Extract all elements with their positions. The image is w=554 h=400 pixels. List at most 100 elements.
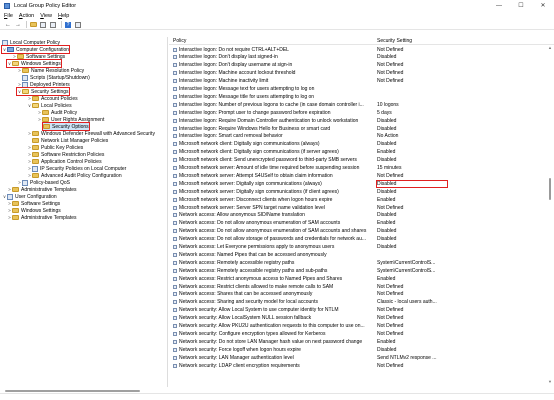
tree-item-scripts[interactable]: Scripts (Startup/Shutdown) (22, 74, 90, 81)
policy-row[interactable]: Microsoft network client: Send unencrypt… (169, 157, 549, 165)
column-header-security-setting[interactable]: Security Setting (377, 38, 412, 44)
policy-row[interactable]: Network security: LAN Manager authentica… (169, 354, 549, 362)
menu-file[interactable]: File (4, 13, 13, 19)
policy-row[interactable]: Interactive logon: Machine account locko… (169, 70, 549, 78)
policy-row[interactable]: Interactive logon: Message title for use… (169, 93, 549, 101)
policy-row[interactable]: Network access: Named Pipes that can be … (169, 251, 549, 259)
policy-row[interactable]: Network access: Remotely accessible regi… (169, 259, 549, 267)
tree-item-ipsec[interactable]: > IP Security Policies on Local Computer (27, 165, 126, 172)
tree-item-software-settings-user[interactable]: > Software Settings (7, 200, 60, 207)
policy-setting-icon (173, 252, 177, 257)
policy-row[interactable]: Microsoft network server: Amount of idle… (169, 165, 549, 173)
show-hide-tree-icon[interactable] (39, 21, 47, 29)
minimize-button[interactable]: — (488, 0, 510, 11)
tree-item-public-key[interactable]: > Public Key Policies (27, 144, 83, 151)
tree-item-admin-templates-computer[interactable]: > Administrative Templates (7, 186, 76, 193)
policy-row[interactable]: Microsoft network client: Digitally sign… (169, 149, 549, 157)
column-header-policy[interactable]: Policy (173, 38, 186, 44)
forward-arrow-icon[interactable]: → (14, 21, 22, 29)
tree-item-network-list[interactable]: Network List Manager Policies (32, 137, 108, 144)
policy-row[interactable]: Network access: Let Everyone permissions… (169, 244, 549, 252)
tree-item-computer-configuration[interactable]: ∨ Computer Configuration (0, 45, 71, 54)
policy-row[interactable]: Interactive logon: Require Domain Contro… (169, 117, 549, 125)
policy-row[interactable]: Microsoft network server: Disconnect cli… (169, 196, 549, 204)
folder-icon (22, 68, 29, 73)
tree-item-security-options[interactable]: Security Options (42, 122, 90, 131)
policy-name: Interactive logon: Machine inactivity li… (179, 78, 269, 85)
policy-name: Microsoft network client: Digitally sign… (179, 141, 320, 148)
tree-item-qos[interactable]: > Policy-based QoS (17, 179, 70, 186)
tree-item-deployed-printers[interactable]: > Deployed Printers (17, 81, 70, 88)
tree-item-account-policies[interactable]: > Account Policies (27, 95, 78, 102)
policy-row[interactable]: Microsoft network server: Server SPN tar… (169, 204, 549, 212)
policy-row[interactable]: Interactive logon: Do not require CTRL+A… (169, 46, 549, 54)
policy-row[interactable]: Interactive logon: Prompt user to change… (169, 109, 549, 117)
maximize-button[interactable]: ☐ (510, 0, 532, 11)
policy-row[interactable]: Interactive logon: Require Windows Hello… (169, 125, 549, 133)
policy-name: Network access: Remotely accessible regi… (179, 259, 295, 266)
tree-item-windows-settings[interactable]: ∨ Windows Settings (6, 59, 62, 68)
tree-item-security-settings[interactable]: ∨ Security Settings (16, 87, 70, 96)
tree-item-defender-firewall[interactable]: > Windows Defender Firewall with Advance… (27, 130, 155, 137)
tree-item-name-resolution[interactable]: > Name Resolution Policy (17, 67, 84, 74)
policy-row[interactable]: Network access: Restrict anonymous acces… (169, 275, 549, 283)
policy-setting-value: Not Defined (377, 78, 404, 85)
policy-row[interactable]: Interactive logon: Machine inactivity li… (169, 78, 549, 86)
policy-row[interactable]: Interactive logon: Smart card removal be… (169, 133, 549, 141)
tree-item-user-rights[interactable]: > User Rights Assignment (37, 116, 104, 123)
scrollbar-thumb[interactable] (549, 178, 551, 200)
tree-item-advanced-audit[interactable]: > Advanced Audit Policy Configuration (27, 172, 121, 179)
policy-row[interactable]: Network security: Allow Local System to … (169, 307, 549, 315)
policy-row[interactable]: Network security: Allow PKU2U authentica… (169, 323, 549, 331)
policy-name: Network security: Allow PKU2U authentica… (179, 323, 365, 329)
scroll-down-arrow-icon[interactable]: ▼ (547, 379, 553, 385)
back-arrow-icon[interactable]: ← (4, 21, 12, 29)
policy-row[interactable]: Network security: LDAP client encryption… (169, 362, 549, 370)
tree-item-audit-policy[interactable]: > Audit Policy (37, 109, 77, 116)
policy-setting-value: 10 logons (377, 101, 399, 108)
policy-row[interactable]: Network access: Do not allow storage of … (169, 236, 549, 244)
folder-icon (32, 145, 39, 150)
tree-item-local-computer-policy[interactable]: Local Computer Policy (2, 39, 60, 46)
scroll-up-arrow-icon[interactable]: ▲ (547, 45, 553, 51)
scrollbar-thumb[interactable] (5, 390, 140, 392)
policy-row[interactable]: Microsoft network server: Digitally sign… (169, 179, 549, 188)
policy-row[interactable]: Microsoft network server: Digitally sign… (169, 188, 549, 196)
policy-row[interactable]: Network access: Restrict clients allowed… (169, 283, 549, 291)
policy-row[interactable]: Network security: Allow LocalSystem NULL… (169, 315, 549, 323)
policy-row[interactable]: Microsoft network server: Attempt S4USel… (169, 172, 549, 180)
policy-row[interactable]: Network access: Shares that can be acces… (169, 291, 549, 299)
policy-row[interactable]: Interactive logon: Number of previous lo… (169, 101, 549, 109)
policy-row[interactable]: Network security: Do not store LAN Manag… (169, 338, 549, 346)
policy-row[interactable]: Network security: Force logoff when logo… (169, 346, 549, 354)
export-list-icon[interactable] (49, 21, 57, 29)
policy-row[interactable]: Network access: Do not allow anonymous e… (169, 228, 549, 236)
policy-row[interactable]: Network access: Allow anonymous SID/Name… (169, 212, 549, 220)
tree-item-software-restriction[interactable]: > Software Restriction Policies (27, 151, 104, 158)
policy-name: Network access: Named Pipes that can be … (179, 251, 327, 258)
policy-list-pane: Policy Security Setting Interactive logo… (169, 37, 554, 387)
tree-item-local-policies[interactable]: ∨ Local Policies (27, 102, 72, 109)
menu-action[interactable]: Action (19, 13, 34, 19)
tree-item-software-settings[interactable]: > Software Settings (12, 53, 65, 60)
tree-item-app-control[interactable]: > Application Control Policies (27, 158, 101, 165)
tree-item-windows-settings-user[interactable]: > Windows Settings (7, 207, 61, 214)
tree-item-user-configuration[interactable]: ∨ User Configuration (2, 193, 57, 200)
policy-row[interactable]: Network access: Do not allow anonymous e… (169, 220, 549, 228)
menu-view[interactable]: View (40, 13, 52, 19)
policy-row[interactable]: Interactive logon: Message text for user… (169, 86, 549, 94)
policy-row[interactable]: Interactive logon: Don't display usernam… (169, 62, 549, 70)
properties-icon[interactable] (74, 21, 82, 29)
policy-row[interactable]: Interactive logon: Don't display last si… (169, 54, 549, 62)
help-icon[interactable]: ? (64, 21, 72, 29)
policy-row[interactable]: Network access: Remotely accessible regi… (169, 267, 549, 275)
up-folder-icon[interactable] (29, 21, 37, 29)
policy-row[interactable]: Microsoft network client: Digitally sign… (169, 141, 549, 149)
list-vertical-scrollbar[interactable]: ▲ ▼ (547, 45, 553, 385)
menu-help[interactable]: Help (58, 13, 69, 19)
policy-row[interactable]: Network access: Sharing and security mod… (169, 299, 549, 307)
close-button[interactable]: ✕ (532, 0, 554, 11)
tree-item-admin-templates-user[interactable]: > Administrative Templates (7, 214, 76, 221)
policy-row[interactable]: Network security: Configure encryption t… (169, 330, 549, 338)
policy-name: Interactive logon: Do not require CTRL+A… (179, 46, 289, 53)
